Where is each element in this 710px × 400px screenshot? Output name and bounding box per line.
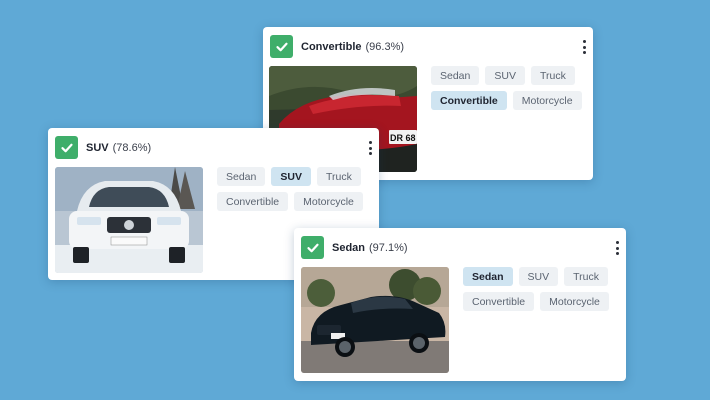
license-plate-text: DR 68 bbox=[390, 133, 416, 143]
predicted-label: SUV bbox=[86, 141, 109, 154]
chip-convertible-selected[interactable]: Convertible bbox=[431, 91, 507, 110]
chip-convertible[interactable]: Convertible bbox=[463, 292, 535, 311]
chip-suv-selected[interactable]: SUV bbox=[271, 167, 311, 186]
black-sedan-photo bbox=[301, 267, 449, 373]
card-header: SUV (78.6%) bbox=[55, 136, 151, 159]
chip-motorcycle[interactable]: Motorcycle bbox=[512, 91, 582, 110]
card-header: Sedan (97.1%) bbox=[301, 236, 408, 259]
confidence-score: (96.3%) bbox=[365, 40, 405, 53]
chip-truck[interactable]: Truck bbox=[564, 267, 608, 286]
card-header: Convertible (96.3%) bbox=[270, 35, 404, 58]
chip-suv[interactable]: SUV bbox=[485, 66, 525, 85]
predicted-label: Convertible bbox=[301, 40, 362, 53]
chip-convertible[interactable]: Convertible bbox=[217, 192, 289, 211]
class-chip-group: Sedan SUV Truck Convertible Motorcycle bbox=[463, 267, 623, 311]
chip-sedan[interactable]: Sedan bbox=[431, 66, 480, 85]
chip-suv[interactable]: SUV bbox=[518, 267, 559, 286]
class-chip-group: Sedan SUV Truck Convertible Motorcycle bbox=[431, 66, 591, 110]
class-chip-group: Sedan SUV Truck Convertible Motorcycle bbox=[217, 167, 377, 211]
check-icon[interactable] bbox=[301, 236, 324, 259]
confidence-score: (97.1%) bbox=[369, 241, 408, 254]
chip-motorcycle[interactable]: Motorcycle bbox=[540, 292, 609, 311]
check-icon[interactable] bbox=[270, 35, 293, 58]
chip-truck[interactable]: Truck bbox=[316, 167, 361, 186]
chip-sedan[interactable]: Sedan bbox=[217, 167, 266, 186]
chip-motorcycle[interactable]: Motorcycle bbox=[294, 192, 363, 211]
confidence-score: (78.6%) bbox=[112, 141, 152, 154]
white-suv-photo bbox=[55, 167, 203, 273]
predicted-label: Sedan bbox=[332, 241, 366, 254]
chip-sedan-selected[interactable]: Sedan bbox=[463, 267, 513, 286]
card-sedan: Sedan (97.1%) Sedan SUV Truck Convertibl… bbox=[294, 228, 626, 381]
check-icon[interactable] bbox=[55, 136, 78, 159]
chip-truck[interactable]: Truck bbox=[530, 66, 575, 85]
more-options-icon[interactable] bbox=[613, 241, 621, 255]
more-options-icon[interactable] bbox=[366, 141, 374, 155]
more-options-icon[interactable] bbox=[580, 40, 588, 54]
